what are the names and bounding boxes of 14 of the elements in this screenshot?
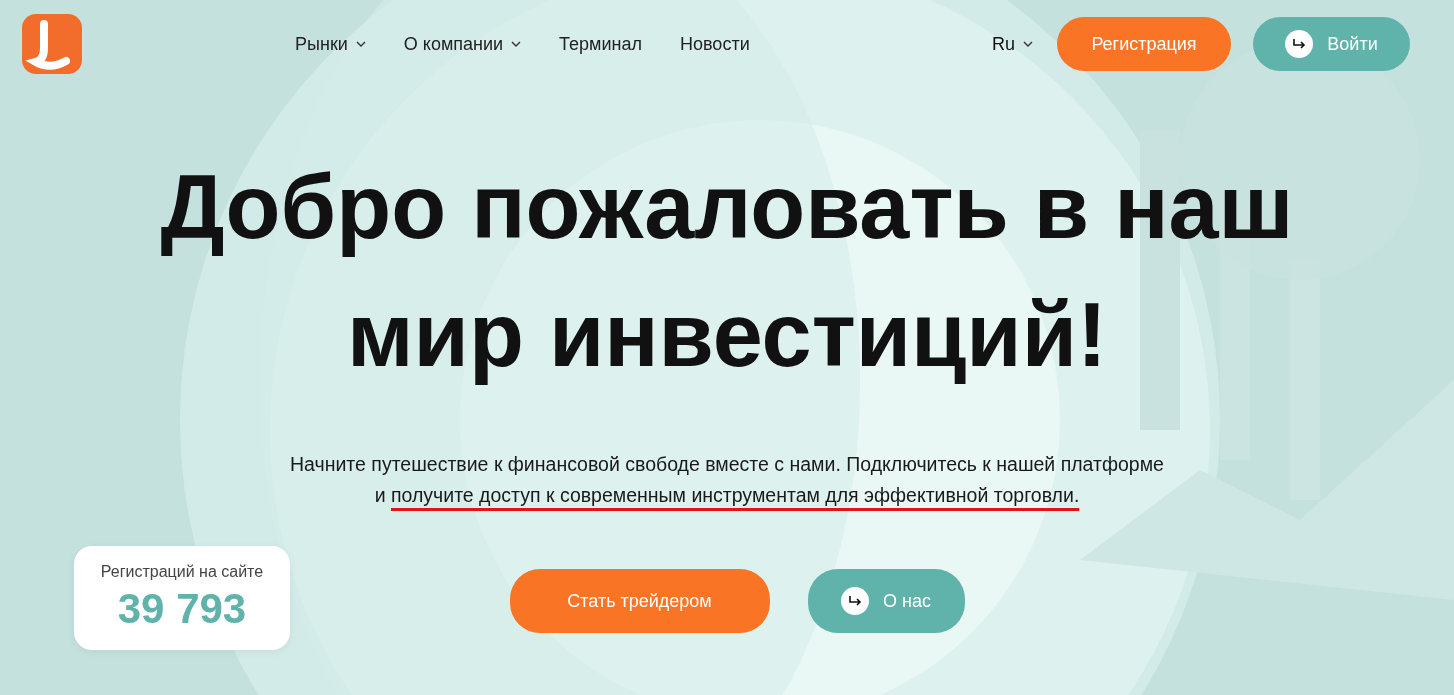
chevron-down-icon (1023, 41, 1033, 47)
chevron-down-icon (511, 41, 522, 47)
hero-title: мир инвестиций! (347, 284, 1107, 387)
stats-value: 39 793 (117, 585, 247, 633)
stats-label: Регистраций на сайте (100, 563, 264, 581)
logo-icon[interactable] (22, 14, 82, 74)
nav-link[interactable]: О компании (403, 33, 522, 55)
chevron-down-icon (355, 41, 366, 47)
hero-subtitle: Начните путешествие к финансовой свободе вместе с нами. Подключитесь к нашей платформе и получите доступ к современным инструментам для эффективной торговли. (289, 452, 1165, 508)
language-selector[interactable]: Ru (992, 33, 1033, 55)
nav-link[interactable]: Рынки (295, 33, 366, 55)
nav-link[interactable]: Терминал (559, 33, 642, 55)
nav-link[interactable]: Новости (680, 33, 750, 55)
hero-title: Добро пожаловать в наш (160, 156, 1294, 259)
